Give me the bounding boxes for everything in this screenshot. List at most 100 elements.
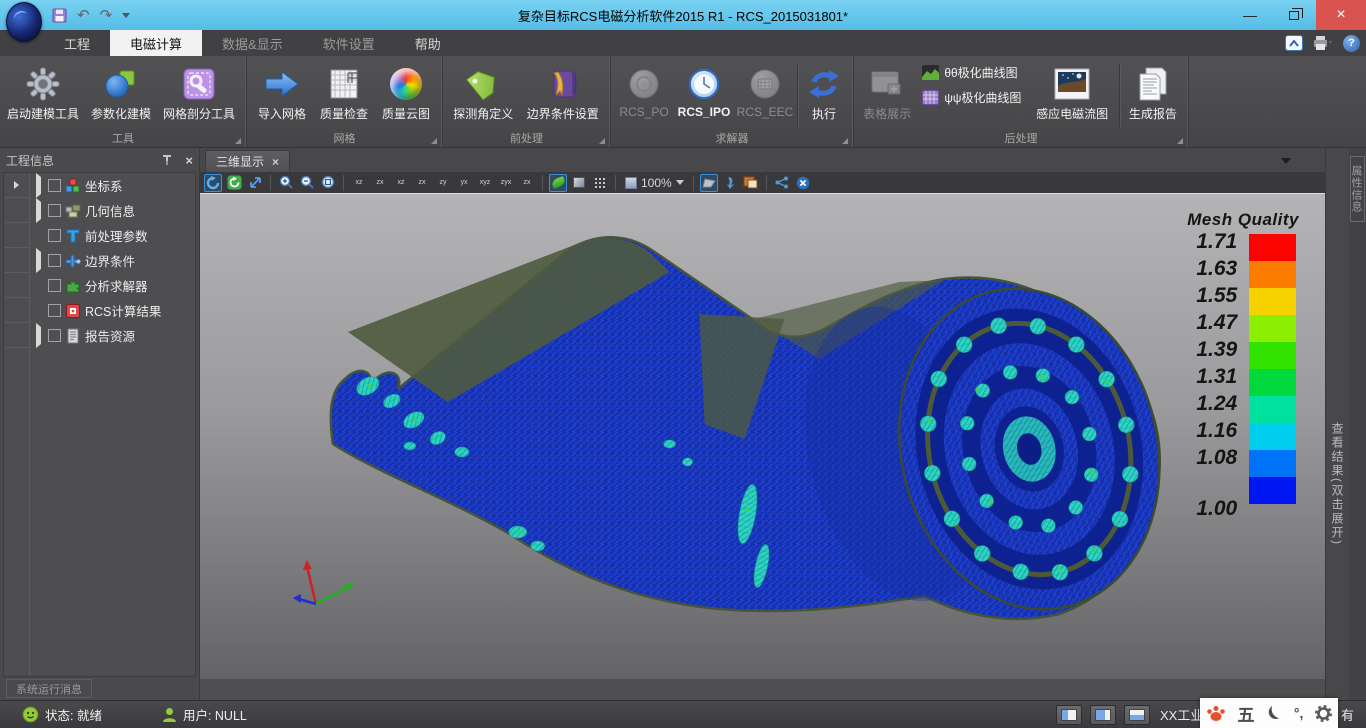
view-orientation-button[interactable]: zx [518, 174, 536, 192]
expander-icon[interactable] [36, 198, 41, 223]
parametric-modeling-button[interactable]: 参数化建模 [82, 60, 160, 122]
row-selector-icon[interactable] [14, 181, 19, 189]
layout-left-wide-button[interactable] [1090, 705, 1116, 725]
3d-viewport[interactable]: Mesh Quality 1.71 1.63 1.55 1.47 1.39 1.… [200, 194, 1325, 679]
view-orientation-button[interactable]: zx [413, 174, 431, 192]
zoom-out-button[interactable] [298, 174, 316, 192]
view-orientation-button[interactable]: xyz [476, 174, 494, 192]
snapshot-button[interactable] [742, 174, 760, 192]
flat-mode-button[interactable] [570, 174, 588, 192]
generate-report-button[interactable]: 生成报告 [1122, 60, 1184, 122]
psi-polar-curve-button[interactable]: ψψ极化曲线图 [922, 89, 1021, 106]
group-launcher-solver[interactable] [842, 138, 848, 144]
tree-item-preprocess-params[interactable]: 前处理参数 [30, 223, 195, 248]
drop-down-arrow-button[interactable] [721, 174, 739, 192]
tree-item-report-resource[interactable]: 报告资源 [30, 323, 195, 348]
zoom-in-button[interactable] [277, 174, 295, 192]
redo-icon[interactable]: ↷ [100, 8, 113, 23]
app-logo[interactable] [6, 2, 42, 42]
group-launcher-tools[interactable] [235, 138, 241, 144]
tab-3d-display[interactable]: 三维显示 × [205, 150, 290, 172]
tab-em-compute[interactable]: 电磁计算 [110, 30, 202, 56]
solver-icon [65, 278, 81, 294]
probe-angle-define-button[interactable]: 探测角定义 [447, 60, 520, 122]
tree-item-solver[interactable]: 分析求解器 [30, 273, 195, 298]
group-launcher-mesh[interactable] [431, 138, 437, 144]
ribbon-collapse-button[interactable] [1285, 35, 1303, 51]
tab-software-settings[interactable]: 软件设置 [303, 30, 395, 56]
tab-data-display[interactable]: 数据&显示 [202, 30, 303, 56]
view-orientation-button[interactable]: zy [434, 174, 452, 192]
group-launcher-preprocess[interactable] [599, 138, 605, 144]
view-orientation-button[interactable]: xz [350, 174, 368, 192]
minimize-button[interactable]: — [1228, 0, 1272, 30]
tree-item-rcs-result[interactable]: RCS计算结果 [30, 298, 195, 323]
import-mesh-button[interactable]: 导入网格 [251, 60, 313, 122]
layout-left-button[interactable] [1056, 705, 1082, 725]
tab-project[interactable]: 工程 [44, 30, 110, 56]
undo-icon[interactable]: ↶ [77, 8, 90, 23]
help-icon[interactable]: ? [1343, 35, 1360, 52]
theta-polar-curve-button[interactable]: θθ极化曲线图 [922, 64, 1021, 81]
expander-icon[interactable] [36, 173, 41, 198]
share-button[interactable] [773, 174, 791, 192]
qat-dropdown-icon[interactable] [122, 13, 130, 18]
close-button[interactable]: × [1316, 0, 1366, 30]
zoom-level-select[interactable]: 100% [622, 176, 687, 190]
checkbox[interactable] [48, 204, 61, 217]
shaded-mode-button[interactable] [549, 174, 567, 192]
system-messages-tab[interactable]: 系统运行消息 [6, 679, 92, 698]
table-display-button[interactable]: 表格展示 [858, 60, 916, 122]
checkbox[interactable] [48, 304, 61, 317]
panel-close-icon[interactable]: × [185, 153, 193, 168]
execute-button[interactable]: 执行 [800, 60, 848, 122]
quality-check-button[interactable]: 质量检查 [313, 60, 375, 122]
tab-list-dropdown-icon[interactable] [1281, 158, 1291, 164]
expander-icon[interactable] [36, 323, 41, 348]
view-orientation-button[interactable]: yx [455, 174, 473, 192]
points-mode-button[interactable] [591, 174, 609, 192]
ime-mode-label[interactable]: 五 [1238, 701, 1255, 726]
mesh-partition-tool-button[interactable]: 网格剖分工具 [160, 60, 238, 122]
results-strip[interactable]: 查看结果(双击展开) [1325, 148, 1349, 700]
view-orientation-button[interactable]: zx [371, 174, 389, 192]
pan-zoom-button[interactable] [246, 174, 264, 192]
orbit-button[interactable] [225, 174, 243, 192]
tab-help[interactable]: 帮助 [395, 30, 461, 56]
rcs-po-button[interactable]: RCS_PO [615, 60, 673, 119]
rcs-ipo-button[interactable]: RCS_IPO [673, 60, 735, 119]
tree-item-boundary-condition[interactable]: 边界条件 [30, 248, 195, 273]
ime-logo-paw-icon[interactable] [1206, 704, 1226, 722]
tree-item-coordinate-system[interactable]: 坐标系 [30, 173, 195, 198]
checkbox[interactable] [48, 329, 61, 342]
view-orientation-button[interactable]: zyx [497, 174, 515, 192]
restore-button[interactable] [1272, 0, 1316, 30]
checkbox[interactable] [48, 279, 61, 292]
ime-punctuation-label[interactable]: °, [1294, 705, 1304, 721]
induced-current-map-button[interactable]: 感应电磁流图 [1027, 60, 1116, 122]
tab-close-icon[interactable]: × [272, 155, 279, 169]
expander-icon[interactable] [36, 248, 41, 273]
checkbox[interactable] [48, 254, 61, 267]
property-info-tab[interactable]: 属性信息 [1350, 156, 1365, 222]
view-orientation-button[interactable]: xz [392, 174, 410, 192]
select-surface-button[interactable] [700, 174, 718, 192]
quality-cloud-button[interactable]: 质量云图 [375, 60, 437, 122]
pin-icon[interactable] [161, 154, 173, 166]
print-icon[interactable] [1313, 35, 1333, 51]
tree-item-geometry-info[interactable]: 几何信息 [30, 198, 195, 223]
zoom-fit-button[interactable] [319, 174, 337, 192]
checkbox[interactable] [48, 179, 61, 192]
checkbox[interactable] [48, 229, 61, 242]
moon-icon[interactable] [1266, 705, 1282, 721]
rcs-eec-button[interactable]: RCS_EEC [735, 60, 795, 119]
launch-modeling-tool-button[interactable]: 启动建模工具 [4, 60, 82, 122]
layout-bottom-button[interactable] [1124, 705, 1150, 725]
group-launcher-postprocess[interactable] [1177, 138, 1183, 144]
ime-settings-gear-icon[interactable] [1315, 705, 1332, 722]
close-view-button[interactable] [794, 174, 812, 192]
boundary-condition-settings-button[interactable]: 边界条件设置 [520, 60, 606, 122]
ime-toolbar[interactable]: 五 °, [1200, 698, 1338, 728]
rotate-button[interactable] [204, 174, 222, 192]
save-icon[interactable] [52, 8, 67, 23]
